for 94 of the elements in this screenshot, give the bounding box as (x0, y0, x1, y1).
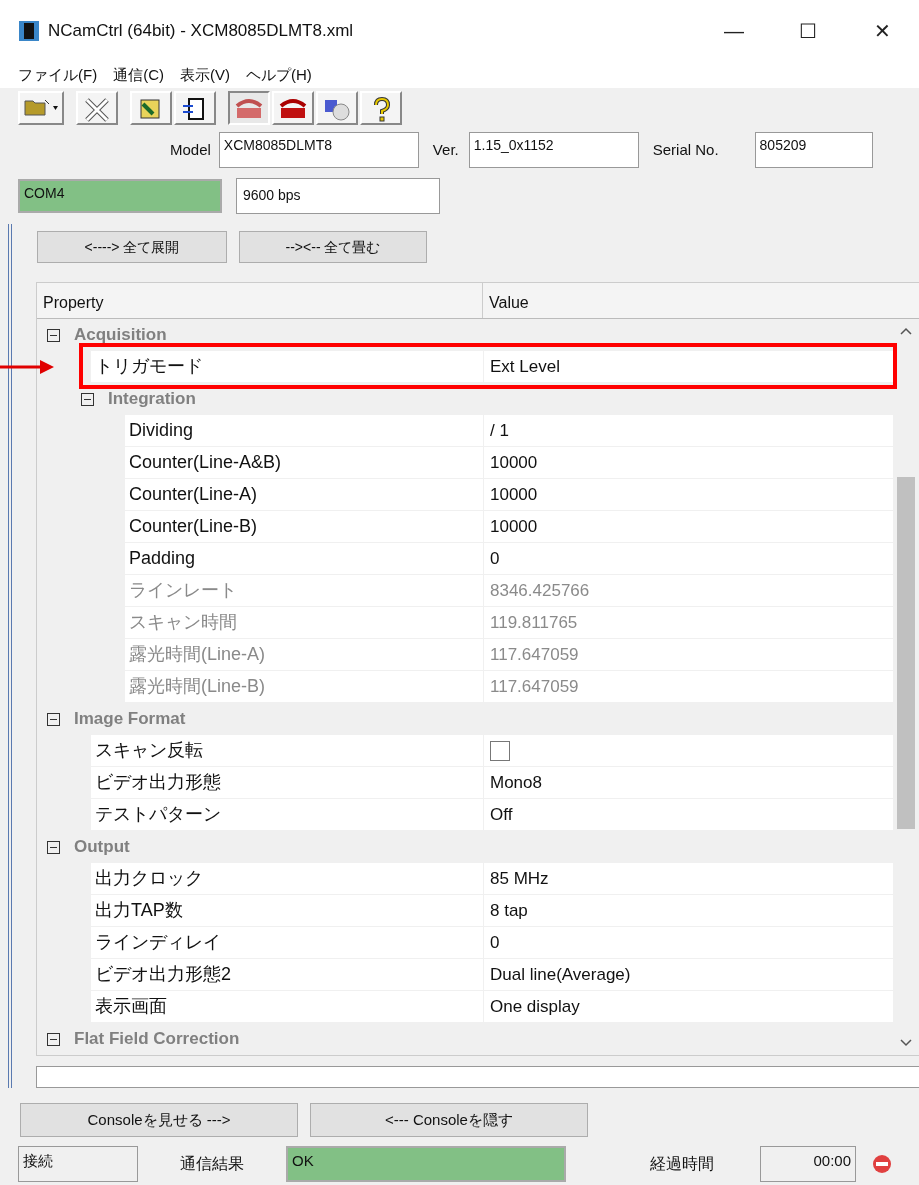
stop-icon (872, 1154, 892, 1174)
property-value: Mono8 (490, 771, 542, 794)
property-label: 出力クロック (94, 867, 203, 890)
elapsed-field: 00:00 (760, 1146, 856, 1182)
connection-field: 接続 (18, 1146, 138, 1182)
property-row[interactable]: Padding (125, 543, 483, 575)
category-label: Acquisition (74, 324, 167, 347)
property-value: / 1 (490, 419, 509, 442)
expand-button[interactable]: <----> 全て展開 (37, 231, 227, 263)
menu-item[interactable]: 表示(V) (180, 63, 230, 87)
menu-item[interactable]: 通信(C) (113, 63, 164, 87)
collapse-icon[interactable] (47, 328, 60, 342)
column-header[interactable]: Property (37, 283, 483, 318)
property-row[interactable]: 露光時間(Line-A) (125, 639, 483, 671)
property-label: スキャン反転 (94, 739, 203, 762)
property-label: 露光時間(Line-B) (128, 675, 266, 698)
scrollbar[interactable] (893, 319, 919, 1055)
minimize-button[interactable]: — (697, 9, 771, 53)
property-row[interactable]: ビデオ出力形態 (91, 767, 483, 799)
property-label: ラインレート (128, 579, 237, 602)
property-label: 表示画面 (94, 995, 167, 1018)
property-value: 10000 (490, 515, 538, 538)
property-label: Padding (128, 547, 196, 570)
window-title: NCamCtrl (64bit) - XCM8085DLMT8.xml (48, 20, 354, 43)
column-header[interactable]: Value (483, 283, 919, 318)
property-value: 8 tap (490, 899, 528, 922)
status-label: 経過時間 (650, 1154, 714, 1174)
collapse-icon[interactable] (47, 1032, 60, 1046)
field-label: Serial No. (652, 139, 719, 160)
baud-field: 9600 bps (236, 178, 440, 214)
property-value: 0 (490, 931, 500, 954)
property-row[interactable]: トリガモード (91, 351, 483, 383)
scroll-up-icon (900, 327, 913, 336)
result-field: OK (286, 1146, 566, 1182)
field-label: Ver. (432, 139, 459, 160)
property-label: 出力TAP数 (94, 899, 183, 922)
status-label: 通信結果 (180, 1154, 244, 1174)
checkbox[interactable] (490, 740, 510, 761)
category-label: Flat Field Correction (74, 1028, 240, 1051)
property-row[interactable]: Counter(Line-A) (125, 479, 483, 511)
expand-button[interactable]: --><-- 全て畳む (239, 231, 427, 263)
property-value: Ext Level (490, 355, 560, 378)
property-value: 85 MHz (490, 867, 549, 890)
property-label: テストパターン (94, 803, 221, 826)
property-row[interactable]: スキャン反転 (91, 735, 483, 767)
property-row[interactable]: 出力クロック (91, 863, 483, 895)
app-icon (18, 20, 40, 42)
category-label: Output (74, 836, 130, 859)
property-row[interactable]: 露光時間(Line-B) (125, 671, 483, 703)
property-label: Dividing (128, 419, 194, 442)
console-button[interactable]: Consoleを見せる ---> (20, 1103, 298, 1137)
property-row[interactable]: Counter(Line-A&B) (125, 447, 483, 479)
property-label: スキャン時間 (128, 611, 237, 634)
property-row[interactable]: テストパターン (91, 799, 483, 831)
property-row[interactable]: 出力TAP数 (91, 895, 483, 927)
maximize-button[interactable]: ☐ (771, 9, 845, 53)
arrow-icon (0, 357, 54, 377)
field-label: Model (170, 139, 211, 160)
close-button[interactable]: ✕ (845, 9, 919, 53)
property-label: 露光時間(Line-A) (128, 643, 266, 666)
property-row[interactable]: スキャン時間 (125, 607, 483, 639)
property-value: 117.647059 (490, 643, 579, 666)
scroll-down-icon (900, 1038, 913, 1047)
collapse-icon[interactable] (81, 392, 94, 406)
property-value: Off (490, 803, 513, 826)
category-label: Integration (108, 388, 196, 411)
property-row[interactable]: Dividing (125, 415, 483, 447)
property-value: 10000 (490, 451, 538, 474)
property-row[interactable]: 表示画面 (91, 991, 483, 1023)
property-label: Counter(Line-B) (128, 515, 258, 538)
category-label: Image Format (74, 708, 186, 731)
menu-item[interactable]: ヘルプ(H) (246, 63, 312, 87)
port-field: COM4 (18, 179, 222, 213)
property-value: Dual line(Average) (490, 963, 631, 986)
property-label: ビデオ出力形態 (94, 771, 221, 794)
property-value: 8346.425766 (490, 579, 590, 602)
collapse-icon[interactable] (47, 840, 60, 854)
property-value: 10000 (490, 483, 538, 506)
property-value: 0 (490, 547, 500, 570)
property-label: トリガモード (94, 355, 203, 378)
property-value: One display (490, 995, 580, 1018)
property-label: ビデオ出力形態2 (94, 963, 231, 986)
menu-item[interactable]: ファイル(F) (18, 63, 98, 87)
property-value: 117.647059 (490, 675, 579, 698)
scroll-thumb[interactable] (897, 477, 916, 829)
property-row[interactable]: Counter(Line-B) (125, 511, 483, 543)
collapse-icon[interactable] (47, 712, 60, 726)
property-label: ラインディレイ (94, 931, 221, 954)
property-label: Counter(Line-A) (128, 483, 258, 506)
property-row[interactable]: ラインディレイ (91, 927, 483, 959)
property-label: Counter(Line-A&B) (128, 451, 282, 474)
console-button[interactable]: <--- Consoleを隠す (310, 1103, 588, 1137)
property-value: 119.811765 (490, 611, 578, 634)
property-row[interactable]: ビデオ出力形態2 (91, 959, 483, 991)
